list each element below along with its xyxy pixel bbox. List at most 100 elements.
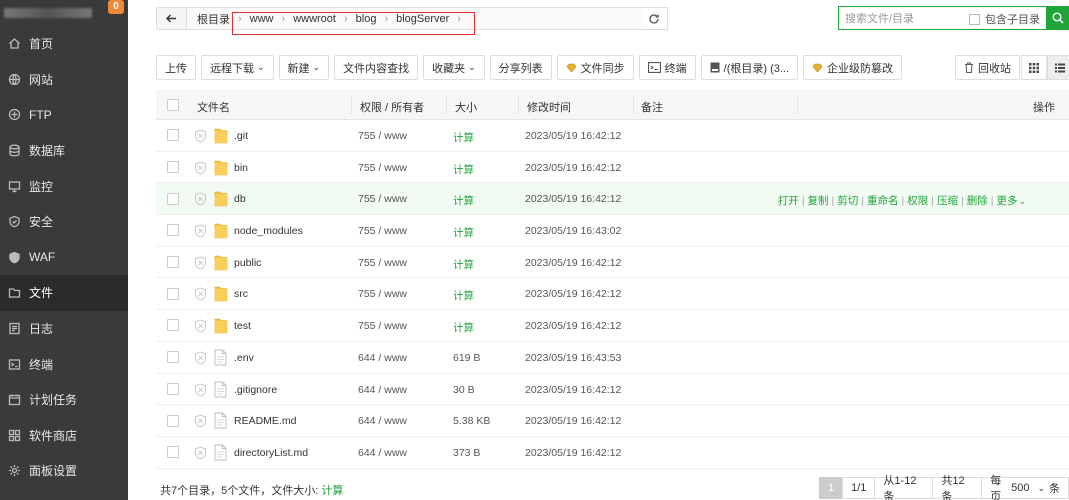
row-checkbox[interactable] — [167, 224, 179, 237]
sidebar-item-4[interactable]: 监控 — [0, 168, 128, 204]
file-permission[interactable]: 755 / www — [358, 320, 407, 332]
sidebar-item-9[interactable]: 终端 — [0, 346, 128, 382]
row-checkbox[interactable] — [167, 319, 179, 332]
header-name[interactable]: 文件名 — [197, 99, 230, 115]
notification-badge[interactable]: 0 — [108, 0, 124, 14]
sidebar-item-8[interactable]: 日志 — [0, 311, 128, 347]
row-checkbox[interactable] — [167, 351, 179, 364]
file-name[interactable]: .git — [234, 130, 248, 142]
back-button[interactable] — [157, 8, 187, 29]
row-action-5[interactable]: 压缩 — [937, 195, 958, 207]
table-row[interactable]: node_modules 755 / www 计算 2023/05/19 16:43:… — [156, 215, 1069, 247]
table-row[interactable]: db 755 / www 计算 2023/05/19 16:42:12 打开 | 复制 | 剪切… — [156, 183, 1069, 216]
file-sync-button[interactable]: 文件同步 — [556, 55, 634, 80]
table-row[interactable]: bin 755 / www 计算 2023/05/19 16:42:12 — [156, 152, 1069, 184]
header-perm[interactable]: 权限 / 所有者 — [360, 99, 424, 115]
breadcrumb-item[interactable]: wwwroot — [289, 13, 340, 25]
file-permission[interactable]: 644 / www — [358, 352, 407, 364]
favorites-button[interactable]: 收藏夹 ⌄ — [423, 55, 485, 80]
file-name[interactable]: node_modules — [234, 225, 303, 237]
table-row[interactable]: .git 755 / www 计算 2023/05/19 16:42:12 — [156, 120, 1069, 152]
file-permission[interactable]: 644 / www — [358, 447, 407, 459]
file-permission[interactable]: 644 / www — [358, 384, 407, 396]
file-name[interactable]: src — [234, 288, 248, 300]
recycle-bin-button[interactable]: 回收站 — [955, 55, 1020, 80]
share-list-button[interactable]: 分享列表 — [489, 55, 552, 80]
file-permission[interactable]: 755 / www — [358, 225, 407, 237]
shield-lock-icon[interactable] — [194, 129, 207, 143]
file-name[interactable]: directoryList.md — [234, 447, 308, 459]
sidebar-item-5[interactable]: 安全 — [0, 204, 128, 240]
sidebar-item-12[interactable]: 面板设置 — [0, 453, 128, 489]
include-subdir-checkbox[interactable]: 包含子目录 — [969, 11, 1040, 27]
header-size[interactable]: 大小 — [455, 99, 477, 115]
file-permission[interactable]: 644 / www — [358, 415, 407, 427]
file-permission[interactable]: 755 / www — [358, 288, 407, 300]
shield-lock-icon[interactable] — [194, 382, 207, 397]
shield-lock-icon[interactable] — [194, 192, 207, 206]
grid-view-button[interactable] — [1021, 55, 1047, 80]
table-row[interactable]: directoryList.md 644 / www 373 B 2023/05/19… — [156, 437, 1069, 469]
shield-lock-icon[interactable] — [194, 319, 207, 333]
file-size[interactable]: 计算 — [453, 288, 474, 303]
sidebar-item-1[interactable]: 网站 — [0, 62, 128, 98]
sidebar-item-11[interactable]: 软件商店 — [0, 418, 128, 454]
sidebar-item-6[interactable]: WAF — [0, 240, 128, 276]
page-current[interactable]: 1 — [819, 477, 843, 499]
file-name[interactable]: public — [234, 257, 261, 269]
breadcrumb-item[interactable]: blog — [352, 13, 381, 25]
disk-button[interactable]: /(根目录) (3... — [700, 55, 799, 80]
file-permission[interactable]: 755 / www — [358, 162, 407, 174]
shield-lock-icon[interactable] — [194, 161, 207, 175]
table-row[interactable]: .gitignore 644 / www 30 B 2023/05/19 16:42:… — [156, 374, 1069, 406]
table-row[interactable]: .env 644 / www 619 B 2023/05/19 16:43:53 — [156, 342, 1069, 374]
row-action-6[interactable]: 删除 — [967, 195, 988, 207]
file-size[interactable]: 计算 — [453, 225, 474, 240]
shield-lock-icon[interactable] — [194, 224, 207, 238]
file-permission[interactable]: 755 / www — [358, 257, 407, 269]
breadcrumb-item[interactable]: 根目录 — [193, 11, 234, 27]
file-permission[interactable]: 755 / www — [358, 193, 407, 205]
row-action-4[interactable]: 权限 — [907, 195, 928, 207]
file-name[interactable]: .env — [234, 352, 254, 364]
row-checkbox[interactable] — [167, 382, 179, 395]
row-checkbox[interactable] — [167, 446, 179, 459]
remote-download-button[interactable]: 远程下载 ⌄ — [201, 55, 274, 80]
file-permission[interactable]: 755 / www — [358, 130, 407, 142]
file-name[interactable]: db — [234, 193, 246, 205]
header-mtime[interactable]: 修改时间 — [527, 99, 571, 115]
row-checkbox[interactable] — [167, 256, 179, 269]
checkbox-box[interactable] — [969, 13, 980, 25]
per-page-select[interactable]: 500 ⌄ — [1011, 482, 1045, 494]
summary-calc-link[interactable]: 计算 — [321, 485, 343, 497]
shield-lock-icon[interactable] — [194, 351, 207, 365]
table-row[interactable]: public 755 / www 计算 2023/05/19 16:42:12 — [156, 247, 1069, 279]
row-action-3[interactable]: 重命名 — [867, 195, 899, 207]
search-button[interactable] — [1046, 6, 1069, 30]
file-name[interactable]: .gitignore — [234, 384, 277, 396]
content-search-button[interactable]: 文件内容查找 — [334, 55, 419, 80]
shield-lock-icon[interactable] — [194, 414, 207, 428]
shield-lock-icon[interactable] — [194, 256, 207, 270]
shield-lock-icon[interactable] — [194, 287, 207, 301]
select-all-checkbox[interactable] — [167, 98, 179, 111]
sidebar-item-0[interactable]: 首页 — [0, 26, 128, 62]
refresh-button[interactable] — [641, 7, 668, 30]
sidebar-item-2[interactable]: FTP — [0, 97, 128, 133]
table-row[interactable]: src 755 / www 计算 2023/05/19 16:42:12 — [156, 278, 1069, 311]
row-checkbox[interactable] — [167, 192, 179, 205]
file-name[interactable]: README.md — [234, 415, 296, 427]
row-action-0[interactable]: 打开 — [778, 195, 799, 207]
table-row[interactable]: README.md 644 / www 5.38 KB 2023/05/19 16:4… — [156, 405, 1069, 437]
file-size[interactable]: 计算 — [453, 320, 474, 335]
row-action-2[interactable]: 剪切 — [837, 195, 858, 207]
file-size[interactable]: 计算 — [453, 162, 474, 177]
breadcrumb-item[interactable]: www — [246, 13, 278, 25]
tamper-protection-button[interactable]: 企业级防篡改 — [803, 55, 903, 80]
new-button[interactable]: 新建 ⌄ — [278, 55, 330, 80]
row-checkbox[interactable] — [167, 414, 179, 427]
table-row[interactable]: test 755 / www 计算 2023/05/19 16:42:12 — [156, 310, 1069, 342]
row-checkbox[interactable] — [167, 161, 179, 174]
row-checkbox[interactable] — [167, 129, 179, 142]
file-size[interactable]: 计算 — [453, 193, 474, 208]
